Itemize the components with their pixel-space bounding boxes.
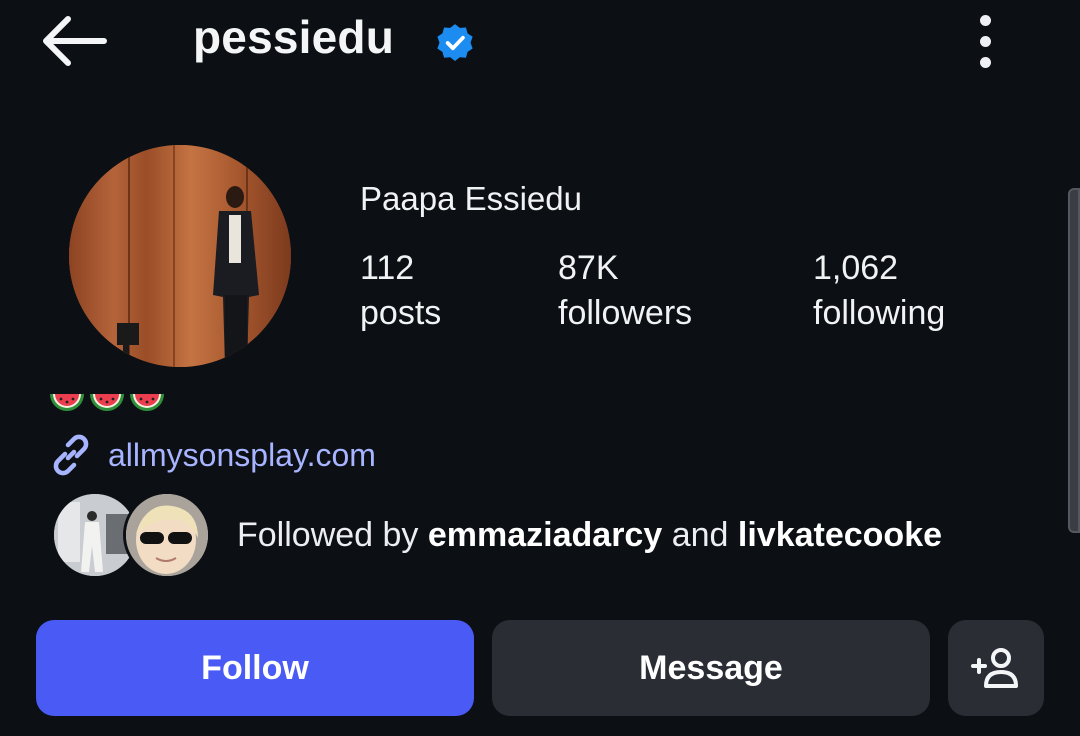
profile-avatar[interactable]	[69, 145, 291, 367]
scrollbar[interactable]	[1068, 188, 1080, 533]
followed-by-text: Followed by emmaziadarcy and livkatecook…	[237, 516, 942, 555]
profile-full-name: Paapa Essiedu	[360, 180, 582, 217]
message-button[interactable]: Message	[492, 620, 930, 716]
more-options-button[interactable]	[960, 8, 1010, 74]
followed-by-prefix: Followed by	[237, 516, 419, 554]
arrow-left-icon	[43, 16, 107, 66]
mutual-follower-avatar[interactable]	[123, 491, 211, 579]
stat-following-count: 1,062	[813, 249, 899, 287]
suggested-accounts-button[interactable]	[948, 620, 1044, 716]
website-link[interactable]: allmysonsplay.com	[48, 432, 376, 478]
profile-photo	[69, 145, 291, 367]
link-icon	[53, 434, 89, 476]
stat-followers-label: followers	[558, 294, 693, 332]
mutual-follower-link[interactable]: emmaziadarcy	[428, 516, 662, 554]
back-button[interactable]	[28, 8, 118, 74]
profile-username: pessiedu	[193, 11, 395, 63]
watermelon-icon	[50, 394, 84, 411]
follow-button[interactable]: Follow	[36, 620, 474, 716]
stat-followers-count: 87K	[558, 249, 619, 287]
stat-posts-count: 112	[360, 249, 415, 287]
stat-posts-label: posts	[360, 294, 442, 332]
stat-followers[interactable]: 87K followers	[558, 246, 692, 336]
stat-following-label: following	[813, 294, 946, 332]
followed-by-joiner: and	[671, 516, 729, 554]
mutual-followers-avatars[interactable]	[51, 491, 211, 581]
watermelon-icon	[130, 394, 164, 411]
mutual-follower-link[interactable]: livkatecooke	[738, 516, 942, 554]
stat-following[interactable]: 1,062 following	[813, 246, 945, 336]
more-vertical-icon	[979, 14, 991, 26]
website-link-text: allmysonsplay.com	[108, 436, 376, 473]
verified-badge-icon	[437, 24, 473, 62]
watermelon-icon	[90, 394, 124, 411]
stat-posts[interactable]: 112 posts	[360, 246, 441, 336]
add-person-icon	[971, 648, 1018, 688]
bio-emoji	[48, 390, 166, 430]
